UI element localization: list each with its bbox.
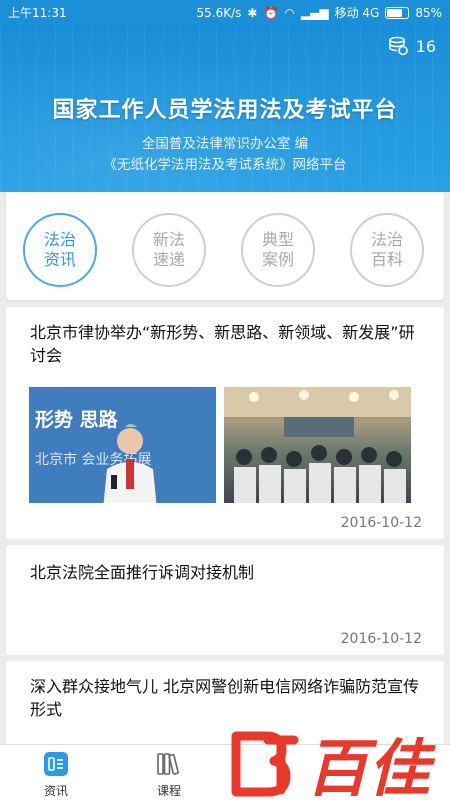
battery-icon: [385, 6, 410, 19]
speaker-figure: [103, 424, 157, 503]
tab-news[interactable]: 资讯: [26, 751, 86, 799]
category-label-line1: 典型: [261, 230, 294, 249]
article-title: 北京市律协举办“新形势、新思路、新领域、新发展”研讨会: [30, 323, 415, 365]
bluetooth-icon: ✱: [247, 5, 258, 20]
status-bar: 上午11:31 55.6K/s ✱ ⏰ ◠ ▂▄▆ 移动 4G 85%: [0, 0, 450, 24]
category-law-encyclopedia[interactable]: 法治 百科: [350, 213, 424, 287]
article-photo-audience: [224, 387, 411, 503]
battery-percent: 85%: [415, 5, 442, 20]
category-law-news[interactable]: 法治 资讯: [23, 213, 97, 287]
points-count: 16: [415, 36, 436, 56]
wifi-icon: ◠: [284, 5, 295, 20]
article-card[interactable]: 北京法院全面推行诉调对接机制 2016-10-12: [6, 545, 444, 655]
category-new-laws[interactable]: 新法 速递: [132, 213, 206, 287]
status-time: 上午11:31: [8, 6, 67, 20]
article-date: 2016-10-12: [340, 631, 422, 647]
tab-courses-label: 课程: [156, 784, 181, 798]
carrier-label: 移动 4G: [334, 6, 380, 20]
audience-scene: [224, 387, 411, 503]
category-label-line2: 资讯: [43, 250, 76, 269]
category-typical-cases[interactable]: 典型 案例: [241, 213, 315, 287]
app-header: 16 国家工作人员学法用法及考试平台 全国普及法律常识办公室 编 《无纸化学法用…: [0, 24, 450, 192]
category-label-line2: 案例: [261, 250, 294, 269]
watermark-logo: 百佳: [231, 731, 436, 800]
tab-news-label: 资讯: [43, 784, 68, 798]
article-title: 北京法院全面推行诉调对接机制: [30, 563, 255, 582]
header-subtitle-1: 全国普及法律常识办公室 编: [141, 136, 309, 152]
header-subtitle-2: 《无纸化学法用法及考试系统》网络平台: [103, 157, 347, 173]
article-photo-speaker: 形势 思路 北京市 会业务拓展: [29, 387, 216, 503]
points-display[interactable]: 16: [388, 36, 436, 56]
article-card[interactable]: 北京市律协举办“新形势、新思路、新领域、新发展”研讨会 形势 思路 北京市 会业…: [6, 307, 444, 539]
watermark-text: 百佳: [306, 732, 436, 800]
alarm-icon: ⏰: [263, 5, 279, 20]
category-label-line1: 法治: [370, 230, 403, 249]
category-label-line1: 法治: [43, 230, 76, 249]
category-nav: 法治 资讯 新法 速递 典型 案例 法治 百科: [6, 192, 444, 300]
article-date: 2016-10-12: [340, 515, 422, 531]
tab-courses[interactable]: 课程: [139, 751, 199, 799]
signal-icon: ▂▄▆: [300, 5, 329, 20]
category-label-line2: 速递: [152, 250, 185, 269]
article-title: 深入群众接地气儿 北京网警创新电信网络诈骗防范宣传形式: [30, 677, 420, 719]
network-speed: 55.6K/s: [196, 5, 242, 20]
news-icon: [44, 752, 68, 776]
coin-stack-icon: [388, 36, 408, 56]
books-icon: [157, 753, 179, 775]
category-label-line2: 百科: [370, 250, 403, 269]
page-title: 国家工作人员学法用法及考试平台: [52, 98, 398, 123]
category-label-line1: 新法: [152, 230, 185, 249]
